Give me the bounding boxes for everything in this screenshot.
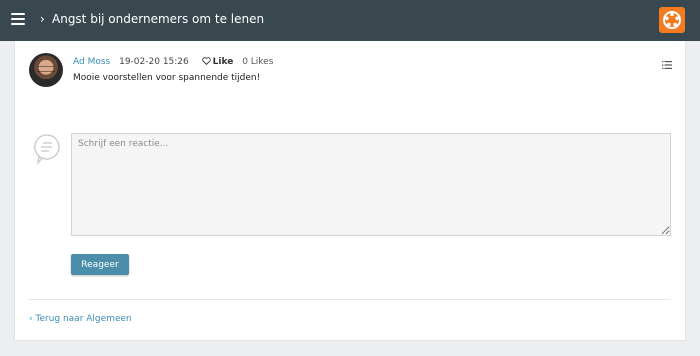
back-chevron-icon: ‹ <box>29 314 33 324</box>
author-link[interactable]: Ad Moss <box>73 57 110 67</box>
like-label: Like <box>212 57 234 67</box>
likes-count: 0 Likes <box>242 57 274 67</box>
breadcrumb-chevron-icon: › <box>40 12 45 26</box>
post-card: Ad Moss 19-02-20 15:26 Like 0 Likes Mooi… <box>14 41 686 341</box>
back-to-category-link[interactable]: ‹ Terug naar Algemeen <box>29 314 132 324</box>
hamburger-menu-icon[interactable] <box>11 13 25 25</box>
post-date: 19-02-20 15:26 <box>119 57 189 67</box>
post-body: Mooie voorstellen voor spannende tijden! <box>73 73 261 83</box>
comment-bubble-icon <box>34 134 60 165</box>
page-title: Angst bij ondernemers om te lenen <box>52 12 265 26</box>
back-link-label: Terug naar Algemeen <box>35 314 132 324</box>
top-navigation-bar: › Angst bij ondernemers om te lenen <box>0 0 700 41</box>
heart-icon <box>201 57 211 65</box>
app-logo-icon[interactable] <box>659 7 685 33</box>
reply-button[interactable]: Reageer <box>71 254 129 275</box>
list-menu-icon[interactable] <box>662 60 672 70</box>
avatar[interactable] <box>29 53 63 87</box>
divider <box>29 299 671 300</box>
comment-input[interactable] <box>71 133 671 236</box>
post-meta: Ad Moss 19-02-20 15:26 Like 0 Likes <box>73 57 273 67</box>
like-button[interactable]: Like <box>201 57 234 67</box>
